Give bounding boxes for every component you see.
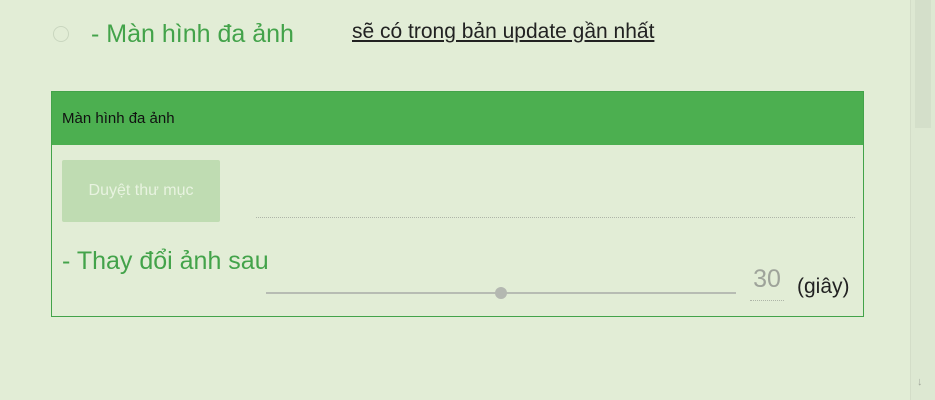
seconds-unit-label: (giây) <box>797 275 850 298</box>
multi-image-option-label: - Màn hình đa ảnh <box>91 20 294 48</box>
change-image-label: - Thay đổi ảnh sau <box>62 247 269 275</box>
arrow-down-icon[interactable]: ↓ <box>917 376 923 388</box>
update-notice-link[interactable]: sẽ có trong bản update gần nhất <box>352 20 654 44</box>
multi-image-radio[interactable] <box>53 26 69 42</box>
interval-seconds-input[interactable] <box>750 258 784 301</box>
interval-slider[interactable] <box>266 287 736 299</box>
scrollbar-thumb[interactable] <box>915 0 931 128</box>
slider-thumb[interactable] <box>495 287 507 299</box>
multi-image-panel: Màn hình đa ảnh Duyệt thư mục - Thay đổi… <box>51 91 864 317</box>
browse-folder-button[interactable]: Duyệt thư mục <box>62 160 220 222</box>
folder-path-field[interactable] <box>256 214 855 218</box>
panel-title: Màn hình đa ảnh <box>52 92 863 145</box>
vertical-scrollbar[interactable]: ↓ <box>910 0 935 400</box>
